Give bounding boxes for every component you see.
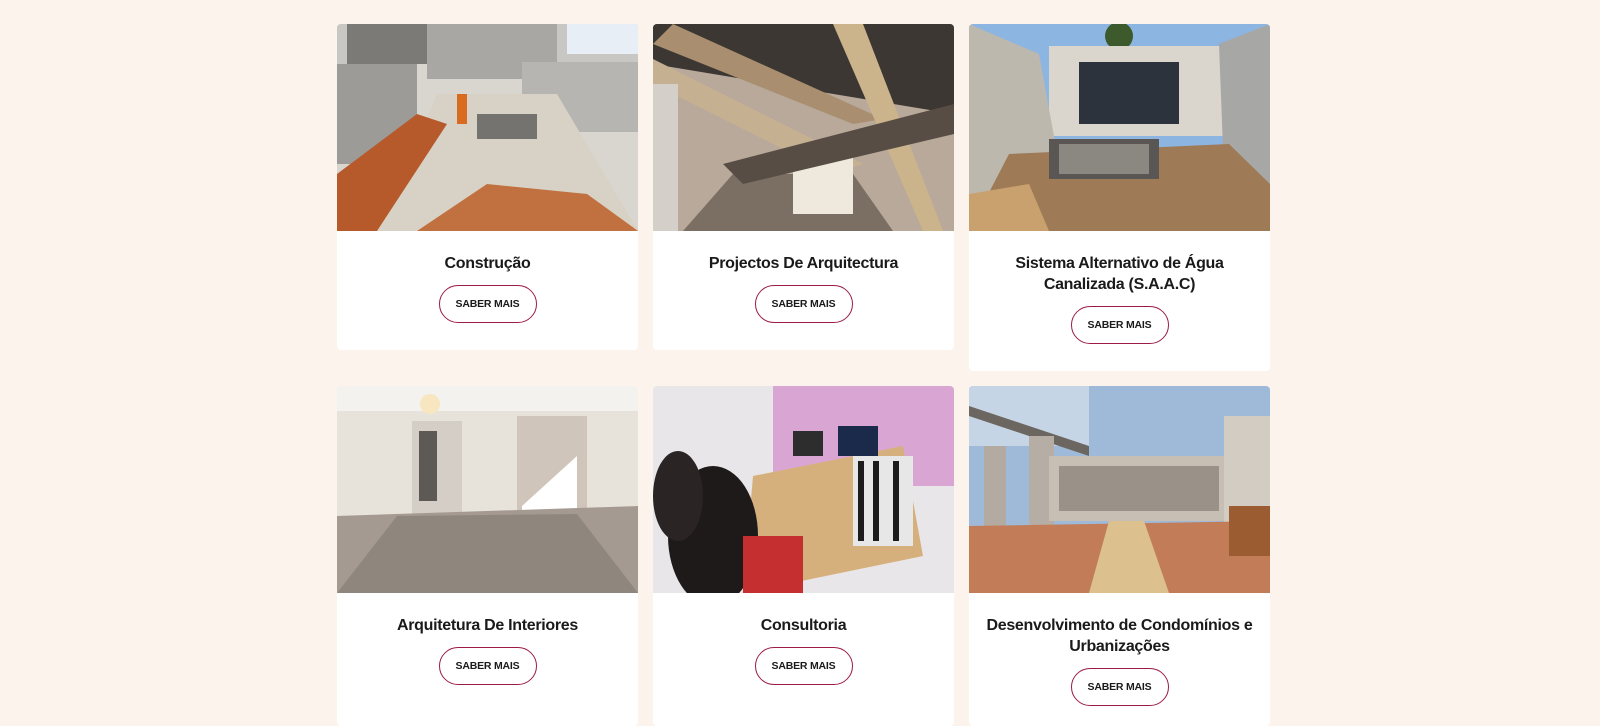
service-title: Construção [444, 255, 531, 272]
meeting-room-photo [653, 386, 954, 593]
interior-room-photo [337, 386, 638, 593]
service-card-condominios: Desenvolvimento de Condomínios e Urbaniz… [969, 386, 1270, 726]
service-title: Consultoria [760, 617, 847, 634]
service-title: Arquitetura De Interiores [397, 617, 578, 634]
service-card-saac: Sistema Alternativo de Água Canalizada (… [969, 24, 1270, 371]
service-card-consultoria: Consultoria SABER MAIS [653, 386, 954, 726]
service-card-construcao: Construção SABER MAIS [337, 24, 638, 350]
service-card-interiores: Arquitetura De Interiores SABER MAIS [337, 386, 638, 726]
condominium-courtyard-photo [969, 386, 1270, 593]
saber-mais-button[interactable]: SABER MAIS [438, 285, 537, 323]
saber-mais-button[interactable]: SABER MAIS [438, 647, 537, 685]
saber-mais-button[interactable]: SABER MAIS [754, 647, 853, 685]
service-title: Projectos De Arquitectura [708, 255, 899, 272]
service-card-projectos: Projectos De Arquitectura SABER MAIS [653, 24, 954, 350]
service-title: Desenvolvimento de Condomínios e Urbaniz… [986, 617, 1253, 655]
ceiling-formwork-photo [653, 24, 954, 231]
water-tank-excavation-photo [969, 24, 1270, 231]
saber-mais-button[interactable]: SABER MAIS [1070, 306, 1169, 344]
construction-site-photo [337, 24, 638, 231]
saber-mais-button[interactable]: SABER MAIS [754, 285, 853, 323]
service-title: Sistema Alternativo de Água Canalizada (… [1015, 255, 1224, 293]
saber-mais-button[interactable]: SABER MAIS [1070, 668, 1169, 706]
